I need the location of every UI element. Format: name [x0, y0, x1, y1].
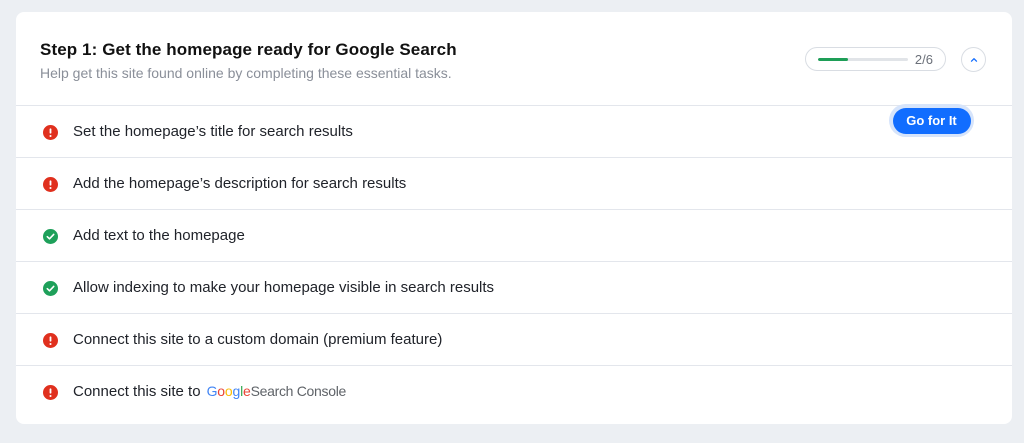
task-row-homepage-text[interactable]: Add text to the homepage	[16, 210, 1012, 262]
card-header: Step 1: Get the homepage ready for Googl…	[16, 12, 1012, 106]
task-label: Connect this site to	[73, 383, 201, 400]
exclamation-icon	[43, 125, 58, 140]
exclamation-icon	[43, 385, 58, 400]
google-wordmark: Google	[206, 383, 251, 399]
progress-indicator: 2/6	[805, 47, 946, 71]
task-row-custom-domain[interactable]: Connect this site to a custom domain (pr…	[16, 314, 1012, 366]
task-row-search-console[interactable]: Connect this site to Google Search Console	[16, 366, 1012, 418]
section-subtitle: Help get this site found online by compl…	[40, 65, 452, 81]
progress-count: 2/6	[914, 52, 933, 67]
section-title: Step 1: Get the homepage ready for Googl…	[40, 40, 457, 59]
checkmark-icon	[43, 229, 58, 244]
task-row-allow-indexing[interactable]: Allow indexing to make your homepage vis…	[16, 262, 1012, 314]
task-row-homepage-description[interactable]: Add the homepage’s description for searc…	[16, 158, 1012, 210]
search-console-wordmark: Search Console	[250, 383, 347, 399]
task-list: Set the homepage’s title for search resu…	[16, 106, 1012, 418]
checkmark-icon	[43, 281, 58, 296]
go-for-it-button[interactable]: Go for It	[889, 104, 974, 137]
task-label: Add the homepage’s description for searc…	[73, 175, 407, 192]
task-label: Add text to the homepage	[73, 227, 245, 244]
chevron-up-icon	[970, 57, 977, 62]
task-label-with-logo: Connect this site to Google Search Console	[73, 383, 346, 400]
exclamation-icon	[43, 333, 58, 348]
go-for-it-button-label: Go for It	[892, 107, 971, 134]
task-row-homepage-title[interactable]: Set the homepage’s title for search resu…	[16, 106, 1012, 158]
progress-fill	[818, 58, 848, 61]
task-label: Allow indexing to make your homepage vis…	[73, 279, 495, 296]
exclamation-icon	[43, 177, 58, 192]
google-search-console-logo: Google Search Console	[206, 383, 347, 399]
collapse-button[interactable]	[961, 47, 986, 72]
task-label: Connect this site to a custom domain (pr…	[73, 331, 443, 348]
progress-track	[818, 58, 908, 61]
task-label: Set the homepage’s title for search resu…	[73, 123, 353, 140]
seo-setup-card: Step 1: Get the homepage ready for Googl…	[16, 12, 1012, 424]
